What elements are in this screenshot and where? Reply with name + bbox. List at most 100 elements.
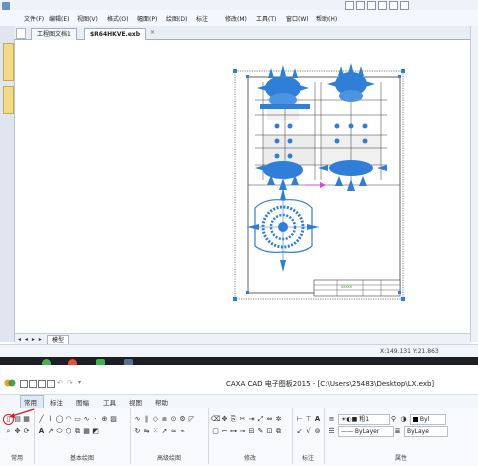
- menu-tools[interactable]: 工具(T): [256, 14, 276, 23]
- offset-icon[interactable]: ⧈: [161, 416, 168, 423]
- new-icon[interactable]: [20, 380, 28, 388]
- table-icon[interactable]: ▦: [83, 428, 90, 435]
- trim-icon[interactable]: ✂: [239, 416, 246, 423]
- surface-finish-icon[interactable]: √: [305, 428, 312, 435]
- copy-icon[interactable]: ⎘: [230, 416, 237, 423]
- ribbon-tab-paper[interactable]: 图幅: [76, 397, 89, 407]
- menu-format[interactable]: 格式(O): [107, 14, 128, 23]
- layer-manager-icon[interactable]: ≡: [328, 416, 335, 423]
- tab-active-document[interactable]: $R64HKVE.exb: [84, 28, 147, 40]
- grid-icon[interactable]: ▦: [23, 416, 30, 423]
- taskbar-app-icon[interactable]: [124, 359, 133, 365]
- line-icon[interactable]: ╱: [38, 416, 45, 423]
- toolbar-icon[interactable]: [356, 1, 365, 10]
- properties-icon[interactable]: ▯: [5, 416, 12, 423]
- menu-view[interactable]: 视图(V): [77, 14, 98, 23]
- undo-icon[interactable]: ↶: [57, 379, 63, 387]
- ribbon-tab-tools[interactable]: 工具: [103, 397, 116, 407]
- toolbar-icon[interactable]: [367, 1, 376, 10]
- curve-icon[interactable]: ∿: [134, 416, 141, 423]
- refresh-icon[interactable]: ⟳: [23, 428, 30, 435]
- text-icon[interactable]: A: [38, 428, 45, 435]
- rectangle-icon[interactable]: ▭: [74, 416, 81, 423]
- dimension-icon[interactable]: ⊢: [296, 416, 303, 423]
- menu-paper[interactable]: 幅面(P): [137, 14, 157, 23]
- redo-icon[interactable]: ↷: [67, 379, 73, 387]
- mirror-icon[interactable]: ⇋: [143, 428, 150, 435]
- tolerance-icon[interactable]: ⊤: [305, 416, 312, 423]
- group-icon[interactable]: ⧉: [275, 428, 282, 435]
- circle-icon[interactable]: ◯: [56, 416, 64, 423]
- close-tab-icon[interactable]: ×: [150, 29, 155, 36]
- pan-icon[interactable]: ✥: [14, 428, 21, 435]
- spline-icon[interactable]: ∿: [83, 416, 90, 423]
- lineweight-icon[interactable]: ≣: [394, 428, 401, 435]
- polyline-icon[interactable]: ⌇: [47, 416, 54, 423]
- menu-modify[interactable]: 修改(M): [225, 14, 247, 23]
- explode-icon[interactable]: ✲: [275, 416, 282, 423]
- tab-nav-arrows[interactable]: ◂ ◂ ▸ ▸: [18, 336, 43, 343]
- dock-tab-library[interactable]: [3, 43, 14, 81]
- menu-window[interactable]: 窗口(W): [286, 14, 309, 23]
- extend-icon[interactable]: ⇥: [248, 416, 255, 423]
- dock-tab-properties[interactable]: [3, 86, 14, 114]
- move-icon[interactable]: ✥: [221, 416, 228, 423]
- menu-help[interactable]: 帮助(H): [316, 14, 337, 23]
- point-icon[interactable]: ·: [92, 416, 99, 423]
- layer-tools-icon[interactable]: ⚲: [390, 416, 397, 423]
- offset-line-icon[interactable]: ▢: [212, 428, 219, 435]
- arrow-icon[interactable]: ➚: [161, 428, 168, 435]
- ribbon-tab-home[interactable]: 常用: [24, 397, 37, 407]
- layer-select[interactable]: ☀◐■ 粗1: [338, 414, 390, 425]
- color-select[interactable]: Byl: [410, 414, 446, 425]
- menu-dimension[interactable]: 标注: [196, 14, 208, 23]
- print-icon[interactable]: [47, 380, 55, 388]
- array-icon[interactable]: ⁙: [152, 428, 159, 435]
- taskbar-app-icon[interactable]: [42, 359, 51, 365]
- lineweight-select[interactable]: ByLaye: [404, 426, 448, 437]
- fill-icon[interactable]: ◩: [92, 428, 99, 435]
- zoom-icon[interactable]: ⌕: [5, 428, 12, 435]
- quick-access-dropdown-icon[interactable]: ▾: [78, 379, 81, 386]
- tab-menu-icon[interactable]: [16, 28, 26, 39]
- hole-icon[interactable]: ⊙: [170, 416, 177, 423]
- hatch-icon[interactable]: ▨: [110, 416, 117, 423]
- toolbar-icon[interactable]: [345, 1, 354, 10]
- arc-icon[interactable]: ◠: [65, 416, 72, 423]
- join-icon[interactable]: ⊶: [230, 428, 237, 435]
- menu-edit[interactable]: 编辑(E): [49, 14, 69, 23]
- align-icon[interactable]: ⊟: [248, 428, 255, 435]
- tangent-icon[interactable]: ◇: [152, 416, 159, 423]
- save-icon[interactable]: [38, 380, 46, 388]
- layer-icon[interactable]: ▤: [14, 416, 21, 423]
- leader-icon[interactable]: ↙: [296, 428, 303, 435]
- tab-document-1[interactable]: 工程图文档1: [31, 28, 77, 40]
- toolbar-icon[interactable]: [400, 1, 409, 10]
- break-icon[interactable]: ⌁: [179, 428, 186, 435]
- balloon-icon[interactable]: ⊚: [314, 428, 321, 435]
- ray-icon[interactable]: ↗: [47, 428, 54, 435]
- open-icon[interactable]: [29, 380, 37, 388]
- wave-icon[interactable]: ≈: [170, 428, 177, 435]
- menu-file[interactable]: 文件(F): [24, 14, 44, 23]
- parallel-icon[interactable]: ∥: [143, 416, 150, 423]
- drawing-canvas[interactable]: XXXXX: [15, 40, 470, 332]
- centerline-icon[interactable]: ⊕: [101, 416, 108, 423]
- stretch-icon[interactable]: ⇔: [266, 416, 273, 423]
- match-icon[interactable]: ⊡: [266, 428, 273, 435]
- block-icon[interactable]: ⧉: [74, 428, 81, 435]
- layer-state-icon[interactable]: ◑: [400, 416, 407, 423]
- right-scroll-edge[interactable]: [470, 26, 478, 342]
- chamfer-icon[interactable]: ◸: [188, 416, 195, 423]
- polygon-icon[interactable]: ⬡: [65, 428, 72, 435]
- split-icon[interactable]: ⊸: [239, 428, 246, 435]
- rotate-icon[interactable]: ↻: [134, 428, 141, 435]
- taskbar-app-icon[interactable]: [68, 359, 77, 365]
- ellipse-icon[interactable]: ⬭: [56, 428, 63, 435]
- erase-icon[interactable]: ⌫: [211, 416, 221, 423]
- linetype-manager-icon[interactable]: ☰: [328, 428, 335, 435]
- edit-icon[interactable]: ✎: [257, 428, 264, 435]
- linetype-select[interactable]: —— ByLayer: [338, 426, 394, 437]
- fillet-icon[interactable]: ⌐: [221, 428, 228, 435]
- gear-icon[interactable]: ⚙: [179, 416, 186, 423]
